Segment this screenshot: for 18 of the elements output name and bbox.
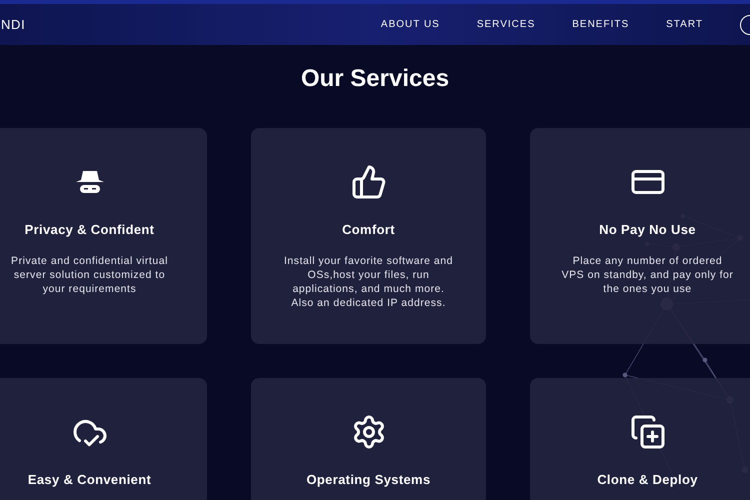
nav-link[interactable]: START: [666, 17, 703, 32]
copy-plus-icon: [630, 414, 666, 450]
nav-link[interactable]: ABOUT US: [380, 17, 440, 32]
service-title: Clone & Deploy: [597, 471, 698, 489]
service-title: Comfort: [342, 221, 395, 239]
section-title: Our Services: [300, 64, 450, 93]
thumbs-up-icon: [350, 164, 386, 200]
service-description: Private and confidential virtual server solution customized to your requirements: [10, 254, 169, 296]
spy-hat-icon: [74, 169, 104, 195]
service-title: Operating Systems: [306, 471, 430, 489]
service-title: Easy & Convenient: [28, 471, 152, 489]
nav-link[interactable]: SERVICES: [476, 17, 536, 32]
service-title: No Pay No Use: [599, 221, 696, 239]
nav-link[interactable]: BENEFITS: [572, 17, 630, 32]
service-description: Install your favorite software and OSs,host your files, run applications, and much more. Also an dedicated IP address.: [282, 254, 454, 310]
logo: NDI: [1, 16, 26, 34]
service-title: Privacy & Confident: [24, 221, 154, 239]
service-description: Place any number of ordered VPS on standby, and pay only for the ones you use: [562, 254, 734, 296]
